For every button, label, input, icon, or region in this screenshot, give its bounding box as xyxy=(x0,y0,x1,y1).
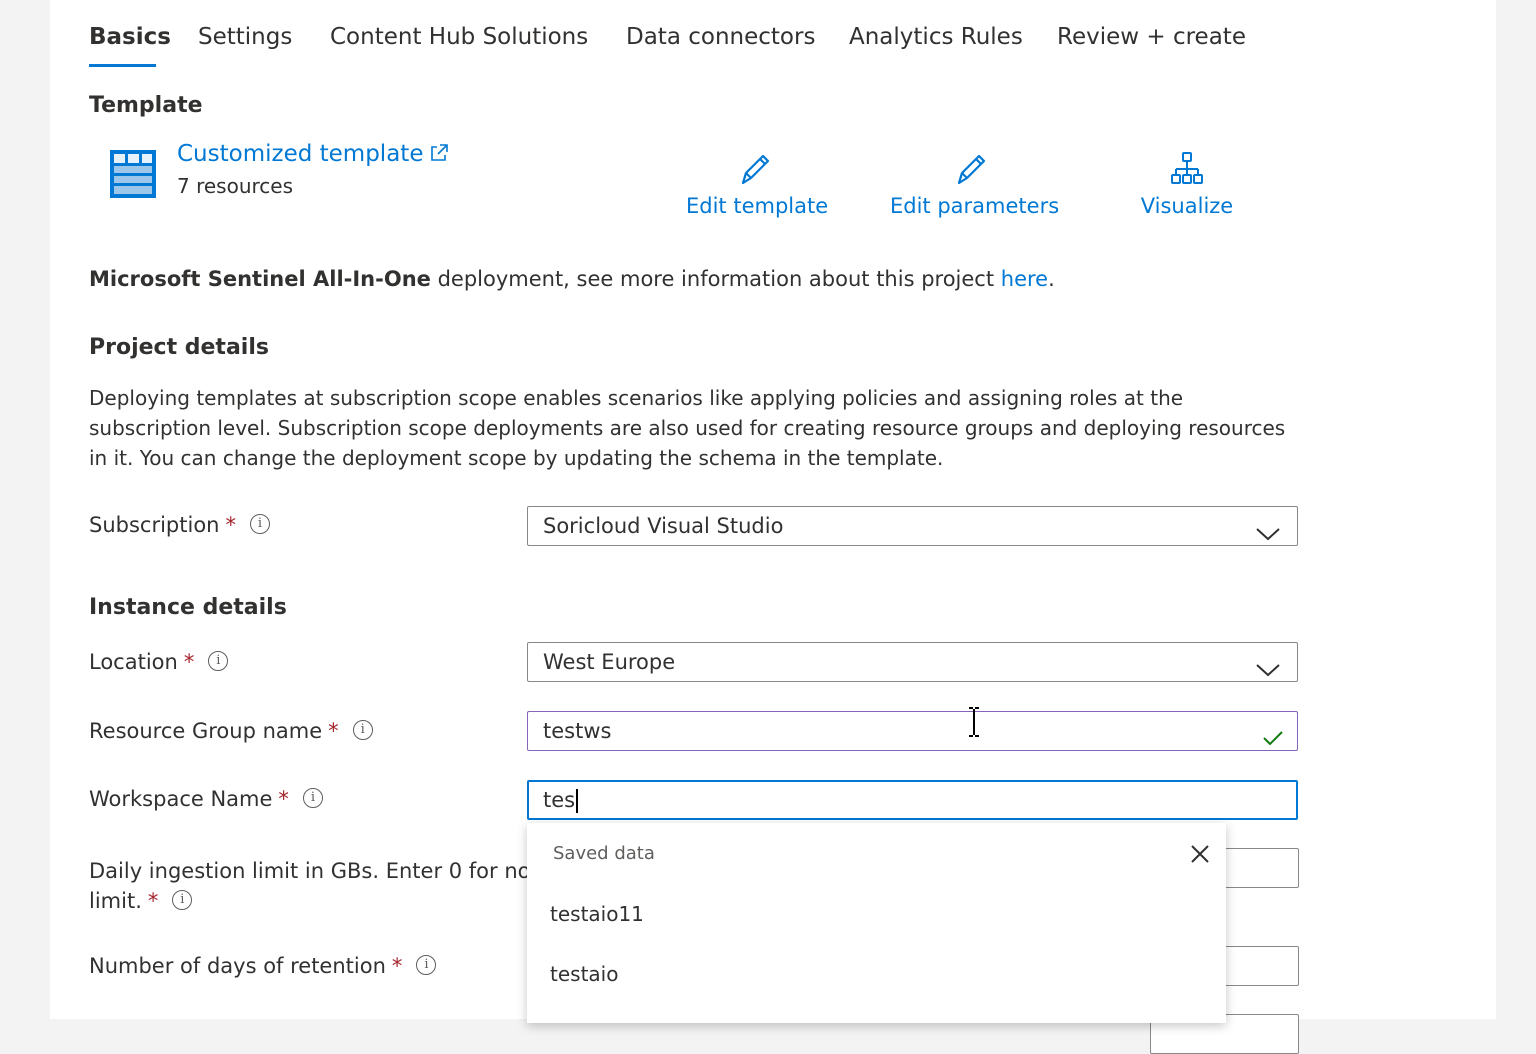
required-marker: * xyxy=(183,650,195,674)
retention-days-label-text: Number of days of retention xyxy=(89,954,386,978)
resource-group-label-text: Resource Group name xyxy=(89,719,323,743)
location-label-text: Location xyxy=(89,650,178,674)
edit-parameters-button[interactable]: Edit parameters xyxy=(890,150,1060,218)
retention-days-label: Number of days of retention * i xyxy=(89,954,437,978)
checkmark-icon xyxy=(1261,722,1285,760)
close-icon[interactable] xyxy=(1189,843,1211,869)
tab-data-connectors[interactable]: Data connectors xyxy=(626,24,815,50)
tab-review-create[interactable]: Review + create xyxy=(1057,24,1246,50)
visualize-label: Visualize xyxy=(1140,194,1234,218)
subscription-select[interactable]: Soricloud Visual Studio xyxy=(527,506,1298,546)
workspace-name-label-text: Workspace Name xyxy=(89,787,273,811)
workspace-name-input[interactable]: tes xyxy=(527,780,1298,820)
tab-basics[interactable]: Basics xyxy=(89,24,171,50)
required-marker: * xyxy=(391,954,403,978)
text-cursor-icon xyxy=(966,706,982,742)
tab-content-hub-solutions[interactable]: Content Hub Solutions xyxy=(330,24,588,50)
resource-group-label: Resource Group name * i xyxy=(89,719,373,743)
description-text: deployment, see more information about t… xyxy=(430,267,1001,291)
autocomplete-item[interactable]: testaio11 xyxy=(550,902,644,926)
info-icon[interactable]: i xyxy=(416,955,437,975)
project-details-title: Project details xyxy=(89,335,269,360)
edit-template-button[interactable]: Edit template xyxy=(686,150,829,218)
resource-group-input[interactable]: testws xyxy=(527,711,1298,751)
product-name: Microsoft Sentinel All-In-One xyxy=(89,267,431,291)
info-icon[interactable]: i xyxy=(302,788,323,808)
required-marker: * xyxy=(225,513,236,537)
more-info-link[interactable]: here xyxy=(1001,267,1048,291)
subscription-label-text: Subscription xyxy=(89,513,220,537)
edit-template-label: Edit template xyxy=(686,194,829,218)
description-end: . xyxy=(1048,267,1055,291)
template-name[interactable]: Customized template xyxy=(177,141,423,167)
deployment-description: Microsoft Sentinel All-In-One deployment… xyxy=(89,267,1055,291)
pencil-icon xyxy=(952,154,990,192)
external-link-icon xyxy=(423,141,449,167)
active-tab-indicator xyxy=(89,64,156,67)
required-marker: * xyxy=(278,787,289,811)
daily-ingestion-label: Daily ingestion limit in GBs. Enter 0 fo… xyxy=(89,856,531,916)
tab-settings[interactable]: Settings xyxy=(198,24,292,50)
location-label: Location * i xyxy=(89,650,229,674)
autocomplete-dropdown: Saved data testaio11 testaio xyxy=(527,823,1226,1023)
visualize-button[interactable]: Visualize xyxy=(1140,150,1234,218)
required-marker: * xyxy=(328,719,339,743)
customized-template-link[interactable]: Customized template xyxy=(177,141,449,167)
required-marker: * xyxy=(147,889,159,913)
daily-ingestion-label-line1: Daily ingestion limit in GBs. Enter 0 fo… xyxy=(89,859,531,883)
template-grid-icon xyxy=(109,149,157,203)
template-resource-count: 7 resources xyxy=(177,174,294,198)
subscription-value: Soricloud Visual Studio xyxy=(543,514,784,538)
autocomplete-item[interactable]: testaio xyxy=(550,962,618,986)
pencil-icon xyxy=(736,154,774,192)
instance-details-title: Instance details xyxy=(89,595,287,620)
saved-data-header: Saved data xyxy=(553,843,655,864)
daily-ingestion-label-line2: limit. xyxy=(89,889,142,913)
subscription-label: Subscription * i xyxy=(89,513,270,537)
workspace-name-value: tes xyxy=(543,788,576,812)
project-details-paragraph: Deploying templates at subscription scop… xyxy=(89,386,1286,470)
edit-parameters-label: Edit parameters xyxy=(890,194,1060,218)
info-icon[interactable]: i xyxy=(208,651,229,671)
text-caret xyxy=(576,789,578,813)
location-select[interactable]: West Europe xyxy=(527,642,1298,682)
resource-group-value: testws xyxy=(543,719,612,743)
workspace-name-label: Workspace Name * i xyxy=(89,787,323,811)
chevron-down-icon xyxy=(1255,517,1281,555)
template-section-title: Template xyxy=(89,93,203,118)
info-icon[interactable]: i xyxy=(352,720,373,740)
info-icon[interactable]: i xyxy=(249,514,270,534)
chevron-down-icon xyxy=(1255,653,1281,691)
tab-analytics-rules[interactable]: Analytics Rules xyxy=(849,24,1023,50)
location-value: West Europe xyxy=(543,650,676,674)
info-icon[interactable]: i xyxy=(172,890,193,910)
hierarchy-icon xyxy=(1168,152,1206,192)
